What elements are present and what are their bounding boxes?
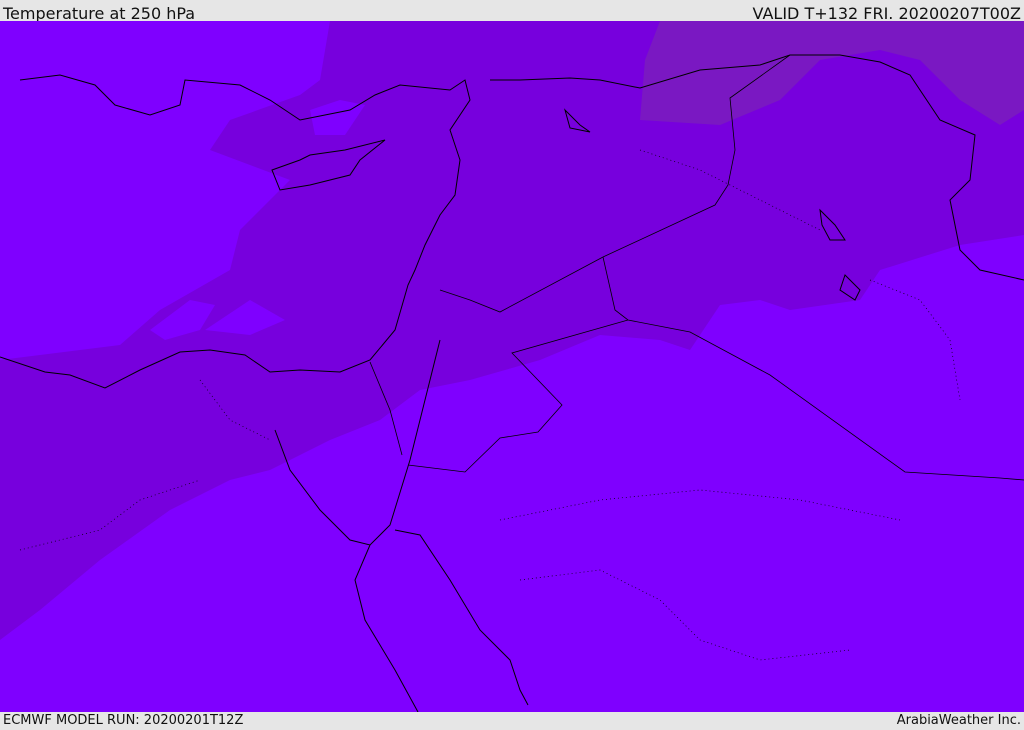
model-run: ECMWF MODEL RUN: 20200201T12Z	[3, 713, 244, 728]
credit: ArabiaWeather Inc.	[896, 713, 1021, 728]
temperature-map	[0, 21, 1024, 712]
footer-bar: ECMWF MODEL RUN: 20200201T12Z ArabiaWeat…	[0, 712, 1024, 729]
header-bar: Temperature at 250 hPa VALID T+132 FRI. …	[0, 0, 1024, 23]
